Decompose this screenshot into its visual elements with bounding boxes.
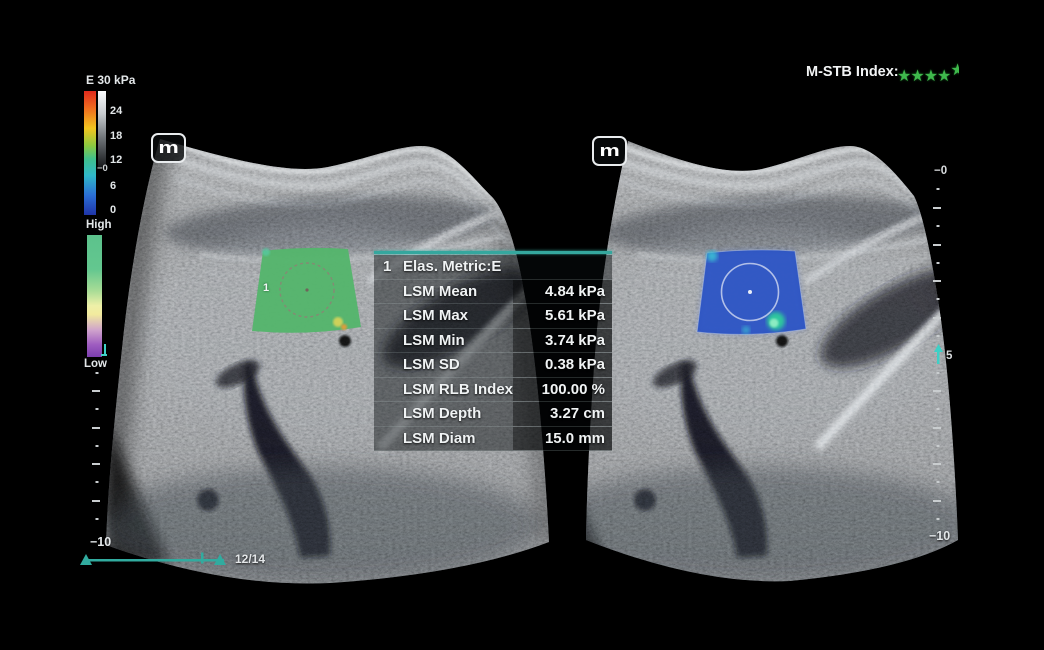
ruler-left-10: −10	[90, 535, 111, 549]
result-label: LSM SD	[374, 356, 513, 373]
result-label: LSM Diam	[374, 430, 513, 447]
result-row: LSM Max 5.61 kPa	[374, 304, 612, 329]
ruler-right-0: −0	[934, 165, 947, 177]
result-value: 4.84 kPa	[513, 280, 612, 304]
star-icon: ★	[937, 67, 950, 87]
elasto-scale-title: E 30 kPa	[86, 73, 135, 87]
gray-map-tick: −0	[97, 163, 108, 174]
result-row: LSM Depth 3.27 cm	[374, 402, 612, 427]
result-label: LSM RLB Index	[374, 381, 513, 398]
result-row: LSM RLB Index 100.00 %	[374, 378, 612, 403]
result-row: LSM Min 3.74 kPa	[374, 329, 612, 354]
result-label: LSM Max	[374, 307, 513, 324]
result-row-header: 1 Elas. Metric:E	[374, 255, 612, 280]
result-label: LSM Min	[374, 332, 513, 349]
elasto-tick-0: 0	[110, 204, 116, 216]
result-value: 100.00 %	[513, 378, 612, 402]
result-value: 15.0 mm	[513, 427, 612, 451]
mstb-stars: ★★★★★	[897, 61, 959, 87]
mstb-index-label: M-STB Index:	[806, 64, 899, 80]
result-value: 5.61 kPa	[513, 304, 612, 328]
vendor-logo-left: m	[151, 133, 186, 163]
rlb-colorbar	[87, 235, 102, 357]
vendor-logo-right: m	[592, 136, 627, 166]
result-value: 3.27 cm	[513, 402, 612, 426]
elasto-colorbar	[84, 91, 96, 215]
result-row: LSM Mean 4.84 kPa	[374, 280, 612, 305]
cine-frame-counter: 12/14	[235, 552, 265, 566]
rlb-low-label: Low	[84, 358, 107, 370]
roi-box-right[interactable]	[697, 250, 806, 335]
cine-current-frame-tick	[201, 553, 204, 564]
result-row: LSM Diam 15.0 mm	[374, 427, 612, 452]
rlb-threshold-marker-foot	[101, 354, 107, 356]
rlb-high-label: High	[86, 219, 112, 231]
result-row: LSM SD 0.38 kPa	[374, 353, 612, 378]
elasto-tick-24: 24	[110, 105, 122, 117]
measurement-index: 1	[374, 258, 403, 275]
measurement-results-panel: 1 Elas. Metric:E LSM Mean 4.84 kPa LSM M…	[374, 255, 612, 451]
panel-accent-line	[374, 251, 612, 254]
elasto-tick-18: 18	[110, 130, 122, 142]
roi-index-label: 1	[263, 282, 269, 294]
star-icon: ★	[924, 67, 937, 87]
elasto-tick-12: 12	[110, 154, 122, 166]
star-icon: ★	[910, 67, 923, 87]
result-value: 3.74 kPa	[513, 329, 612, 353]
result-value: 0.38 kPa	[513, 353, 612, 377]
result-label: LSM Depth	[374, 405, 513, 422]
star-icon: ★	[897, 67, 910, 87]
star-icon: ★	[950, 61, 958, 81]
elasto-tick-6: 6	[110, 180, 116, 192]
result-label: LSM Mean	[374, 283, 513, 300]
ruler-right-10: −10	[929, 529, 950, 543]
grayscale-bar	[98, 91, 106, 167]
measurement-metric: Elas. Metric:E	[403, 258, 612, 275]
ruler-right-5: 5	[946, 350, 952, 362]
